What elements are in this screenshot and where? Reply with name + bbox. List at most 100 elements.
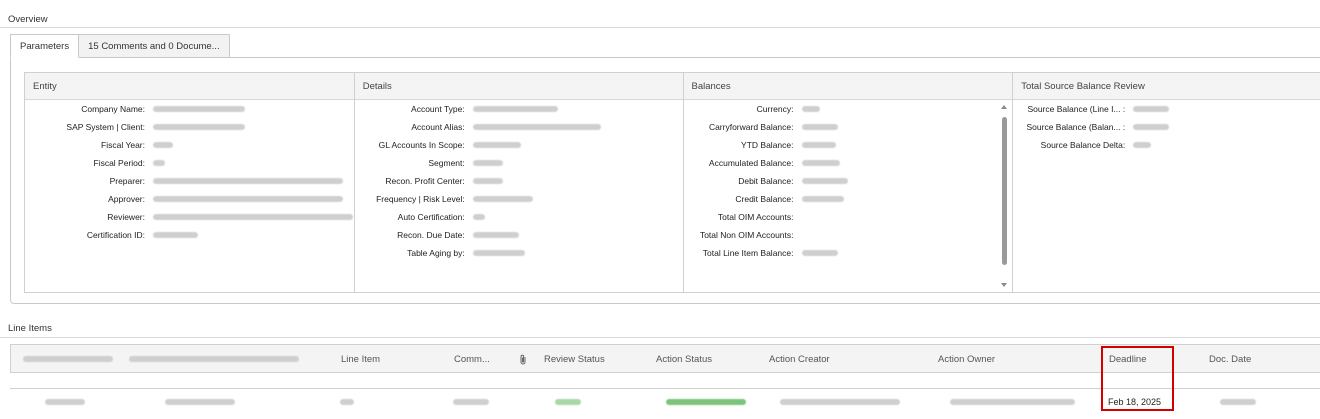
overview-section-title: Overview xyxy=(8,14,48,25)
auto-certification-label: Auto Certification: xyxy=(397,212,465,222)
details-column-header: Details xyxy=(354,73,683,100)
tab-comments-documents[interactable]: 15 Comments and 0 Docume... xyxy=(78,34,230,58)
source-balance-review-header: Total Source Balance Review xyxy=(1013,73,1320,100)
source-balance-delta-value xyxy=(1133,142,1152,148)
tab-parameters[interactable]: Parameters xyxy=(10,34,80,58)
row-comments xyxy=(453,396,489,408)
row-action-owner xyxy=(950,396,1075,408)
balances-scrollbar[interactable] xyxy=(998,101,1010,291)
total-line-item-balance-value xyxy=(801,250,838,256)
row-action-owner-text xyxy=(950,399,1075,405)
fiscal-period-value xyxy=(153,160,165,166)
scroll-down-icon[interactable] xyxy=(1001,283,1008,287)
balances-column: Balances Currency: Carryforward Balance:… xyxy=(683,73,1014,292)
field-debit-balance: Debit Balance: xyxy=(684,174,848,188)
scrollbar-thumb[interactable] xyxy=(1002,117,1008,265)
field-approver: Approver: xyxy=(25,192,343,206)
row-line-item-text xyxy=(340,399,354,405)
table-aging-by-label: Table Aging by: xyxy=(407,248,465,258)
field-ytd-balance: YTD Balance: xyxy=(684,138,836,152)
header-action-status[interactable]: Action Status xyxy=(656,345,712,373)
field-source-balance-delta: Source Balance Delta: xyxy=(1013,138,1152,152)
field-segment: Segment: xyxy=(355,156,503,170)
field-credit-balance: Credit Balance: xyxy=(684,192,844,206)
row-action-creator-text xyxy=(780,399,900,405)
total-oim-accounts-label: Total OIM Accounts: xyxy=(717,212,794,222)
auto-certification-value xyxy=(472,214,485,220)
frequency-risk-label: Frequency | Risk Level: xyxy=(376,194,465,204)
total-non-oim-accounts-label: Total Non OIM Accounts: xyxy=(699,230,794,240)
gl-accounts-value xyxy=(472,142,521,148)
field-recon-profit-center: Recon. Profit Center: xyxy=(355,174,503,188)
field-preparer: Preparer: xyxy=(25,174,343,188)
row-blurred-cell-1 xyxy=(45,396,85,408)
header-line-item[interactable]: Line Item xyxy=(341,345,380,373)
currency-label: Currency: xyxy=(756,104,794,114)
source-balance-review-column: Total Source Balance Review Source Balan… xyxy=(1013,73,1320,292)
carryforward-balance-value xyxy=(801,124,838,130)
overview-tabs: Parameters 15 Comments and 0 Docume... xyxy=(10,34,230,58)
source-balance-balan-label: Source Balance (Balan... : xyxy=(1026,122,1126,132)
row-line-item xyxy=(340,396,354,408)
frequency-risk-value xyxy=(472,196,533,202)
credit-balance-value xyxy=(801,196,844,202)
header-blurred-col-2[interactable] xyxy=(129,345,299,373)
field-auto-certification: Auto Certification: xyxy=(355,210,485,224)
header-review-status[interactable]: Review Status xyxy=(544,345,605,373)
source-balance-line-value xyxy=(1133,106,1170,112)
header-blurred-col-1[interactable] xyxy=(23,345,113,373)
details-column: Details Account Type: Account Alias: GL … xyxy=(354,73,684,292)
header-action-owner[interactable]: Action Owner xyxy=(938,345,995,373)
company-name-value xyxy=(153,106,245,112)
accumulated-balance-value xyxy=(801,160,840,166)
paperclip-icon[interactable] xyxy=(519,345,527,373)
total-line-item-balance-label: Total Line Item Balance: xyxy=(702,248,794,258)
row-action-status-text xyxy=(666,399,746,405)
header-doc-date[interactable]: Doc. Date xyxy=(1209,345,1251,373)
recon-profit-center-value xyxy=(472,178,503,184)
segment-value xyxy=(472,160,503,166)
row-doc-date-text xyxy=(1220,399,1256,405)
sap-system-value xyxy=(153,124,245,130)
segment-label: Segment: xyxy=(428,158,465,168)
field-account-type: Account Type: xyxy=(355,102,558,116)
approver-value xyxy=(153,196,343,202)
field-sap-system: SAP System | Client: xyxy=(25,120,245,134)
field-total-oim-accounts: Total OIM Accounts: xyxy=(684,210,794,224)
deadline-highlight-box xyxy=(1101,346,1174,411)
recon-due-date-value xyxy=(472,232,519,238)
field-certification-id: Certification ID: xyxy=(25,228,198,242)
scroll-up-icon[interactable] xyxy=(1001,105,1008,109)
source-balance-delta-label: Source Balance Delta: xyxy=(1040,140,1126,150)
field-source-balance-balan: Source Balance (Balan... : xyxy=(1013,120,1170,134)
carryforward-balance-label: Carryforward Balance: xyxy=(708,122,794,132)
header-action-creator[interactable]: Action Creator xyxy=(769,345,830,373)
field-carryforward-balance: Carryforward Balance: xyxy=(684,120,838,134)
account-alias-label: Account Alias: xyxy=(411,122,465,132)
header-comments[interactable]: Comm... xyxy=(454,345,490,373)
row-blurred-cell-2-text xyxy=(165,399,235,405)
field-company-name: Company Name: xyxy=(25,102,245,116)
row-action-creator xyxy=(780,396,900,408)
account-type-label: Account Type: xyxy=(411,104,465,114)
sap-system-label: SAP System | Client: xyxy=(66,122,145,132)
certification-id-label: Certification ID: xyxy=(86,230,145,240)
gl-accounts-label: GL Accounts In Scope: xyxy=(378,140,465,150)
parameters-grid: Entity Company Name: SAP System | Client… xyxy=(24,72,1320,293)
line-items-divider xyxy=(0,337,1320,338)
preparer-label: Preparer: xyxy=(109,176,145,186)
source-balance-balan-value xyxy=(1133,124,1170,130)
field-fiscal-year: Fiscal Year: xyxy=(25,138,173,152)
row-action-status xyxy=(666,396,746,408)
line-items-section-title: Line Items xyxy=(8,323,52,334)
company-name-label: Company Name: xyxy=(81,104,145,114)
row-comments-text xyxy=(453,399,489,405)
parameters-panel: Entity Company Name: SAP System | Client… xyxy=(10,57,1320,304)
preparer-value xyxy=(153,178,343,184)
currency-value xyxy=(801,106,820,112)
header-blurred-col-2-text xyxy=(129,356,299,362)
field-account-alias: Account Alias: xyxy=(355,120,601,134)
debit-balance-label: Debit Balance: xyxy=(738,176,794,186)
approver-label: Approver: xyxy=(108,194,145,204)
field-currency: Currency: xyxy=(684,102,820,116)
